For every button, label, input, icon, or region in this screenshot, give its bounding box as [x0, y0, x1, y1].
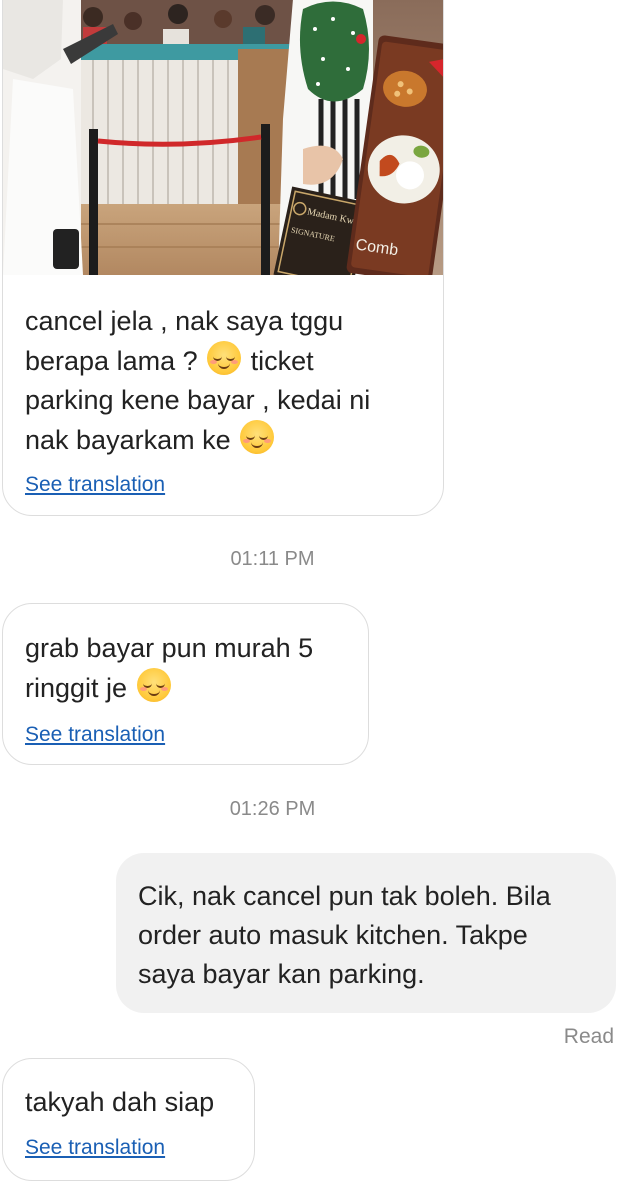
message-bubble-incoming[interactable]: grab bayar pun murah 5 ringgit je See tra… [2, 603, 369, 765]
message-timestamp: 01:11 PM [230, 548, 315, 570]
relieved-face-icon [207, 341, 242, 375]
message-timestamp: 01:26 PM [229, 798, 316, 820]
message-text: takyah dah siap [25, 1087, 215, 1117]
read-receipt: Read [563, 1025, 614, 1048]
message-text: grab bayar pun murah 5 ringgit je [25, 633, 314, 703]
attached-photo[interactable]: Madam Kwan's SIGNATURE Comb [3, 0, 444, 275]
relieved-face-icon [240, 420, 275, 454]
see-translation-link[interactable]: See translation [25, 473, 165, 497]
message-bubble-outgoing[interactable]: Cik, nak cancel pun tak boleh. Bila orde… [116, 853, 616, 1013]
relieved-face-icon [136, 668, 171, 702]
message-text: Cik, nak cancel pun tak boleh. Bila orde… [138, 881, 551, 989]
message-text: cancel jela , nak saya tggu berapa lama ?… [25, 306, 371, 455]
message-bubble-incoming[interactable]: Madam Kwan's SIGNATURE Comb cancel jela … [2, 0, 444, 516]
see-translation-link[interactable]: See translation [25, 723, 165, 747]
see-translation-link[interactable]: See translation [25, 1136, 165, 1160]
message-bubble-incoming[interactable]: takyah dah siap See translation [2, 1058, 255, 1181]
